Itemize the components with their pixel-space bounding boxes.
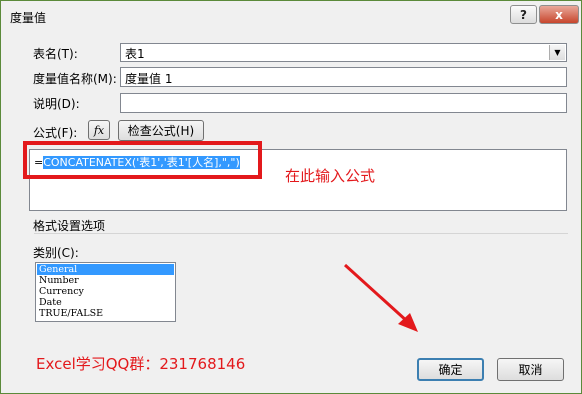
highlight-box: [23, 141, 262, 179]
measure-name-input[interactable]: 度量值 1: [120, 67, 567, 87]
category-item-currency[interactable]: Currency: [37, 286, 174, 297]
close-button[interactable]: x: [539, 5, 579, 24]
format-section-title: 格式设置选项: [33, 219, 106, 233]
table-name-dropdown[interactable]: 表1 ▼: [120, 43, 567, 62]
category-item-general[interactable]: General: [37, 264, 174, 275]
title-bar: 度量值 ? x: [2, 2, 580, 30]
insert-function-button[interactable]: fx: [88, 120, 110, 140]
ok-button[interactable]: 确定: [417, 358, 484, 381]
table-name-value: 表1: [125, 47, 145, 61]
help-button[interactable]: ?: [510, 5, 537, 24]
category-item-number[interactable]: Number: [37, 275, 174, 286]
category-label: 类别(C):: [33, 246, 79, 260]
table-name-label: 表名(T):: [33, 47, 78, 61]
dialog-title: 度量值: [10, 11, 47, 25]
formula-label: 公式(F):: [33, 126, 78, 140]
measure-name-value: 度量值 1: [125, 72, 173, 86]
chevron-down-icon[interactable]: ▼: [549, 45, 565, 60]
check-formula-button[interactable]: 检查公式(H): [118, 120, 204, 141]
qq-group-annotation: Excel学习QQ群：231768146: [36, 355, 246, 373]
category-listbox[interactable]: General Number Currency Date TRUE/FALSE: [35, 262, 176, 322]
section-divider: [34, 233, 568, 234]
description-input[interactable]: [120, 93, 567, 113]
category-item-date[interactable]: Date: [37, 297, 174, 308]
category-item-true-false[interactable]: TRUE/FALSE: [37, 308, 174, 319]
cancel-button[interactable]: 取消: [497, 358, 564, 381]
description-label: 说明(D):: [33, 97, 80, 111]
measure-name-label: 度量值名称(M):: [33, 72, 117, 86]
formula-hint-annotation: 在此输入公式: [285, 167, 376, 185]
fx-icon: fx: [93, 123, 105, 137]
